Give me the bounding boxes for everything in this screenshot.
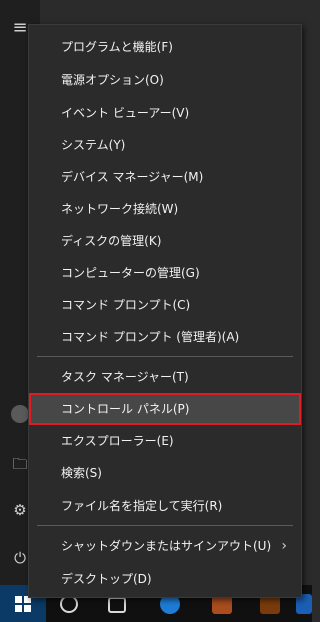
menu-item-system[interactable]: システム(Y) (29, 129, 301, 161)
menu-item-disk-management[interactable]: ディスクの管理(K) (29, 225, 301, 257)
menu-item-shutdown-signout[interactable]: シャットダウンまたはサインアウト(U) › (29, 530, 301, 562)
menu-item-computer-management[interactable]: コンピューターの管理(G) (29, 257, 301, 289)
menu-item-device-manager[interactable]: デバイス マネージャー(M) (29, 161, 301, 193)
windows-logo-icon (15, 596, 31, 612)
menu-item-file-explorer[interactable]: エクスプローラー(E) (29, 425, 301, 457)
menu-separator (37, 356, 293, 357)
menu-item-task-manager[interactable]: タスク マネージャー(T) (29, 361, 301, 393)
chevron-right-icon: › (281, 538, 287, 554)
menu-item-power-options[interactable]: 電源オプション(O) (29, 64, 301, 96)
task-view-icon[interactable] (108, 597, 126, 613)
menu-item-desktop[interactable]: デスクトップ(D) (29, 563, 301, 595)
menu-item-command-prompt-admin[interactable]: コマンド プロンプト (管理者)(A) (29, 321, 301, 353)
menu-item-control-panel[interactable]: コントロール パネル(P) (29, 393, 301, 425)
menu-separator (37, 525, 293, 526)
menu-item-search[interactable]: 検索(S) (29, 457, 301, 489)
menu-item-event-viewer[interactable]: イベント ビューアー(V) (29, 97, 301, 129)
menu-item-network-connections[interactable]: ネットワーク接続(W) (29, 193, 301, 225)
menu-item-run[interactable]: ファイル名を指定して実行(R) (29, 490, 301, 522)
avatar (11, 405, 29, 423)
menu-item-command-prompt[interactable]: コマンド プロンプト(C) (29, 289, 301, 321)
menu-item-programs-features[interactable]: プログラムと機能(F) (29, 31, 301, 63)
menu-item-label: シャットダウンまたはサインアウト(U) (61, 539, 272, 553)
quick-link-menu: プログラムと機能(F) 電源オプション(O) イベント ビューアー(V) システ… (28, 24, 302, 598)
